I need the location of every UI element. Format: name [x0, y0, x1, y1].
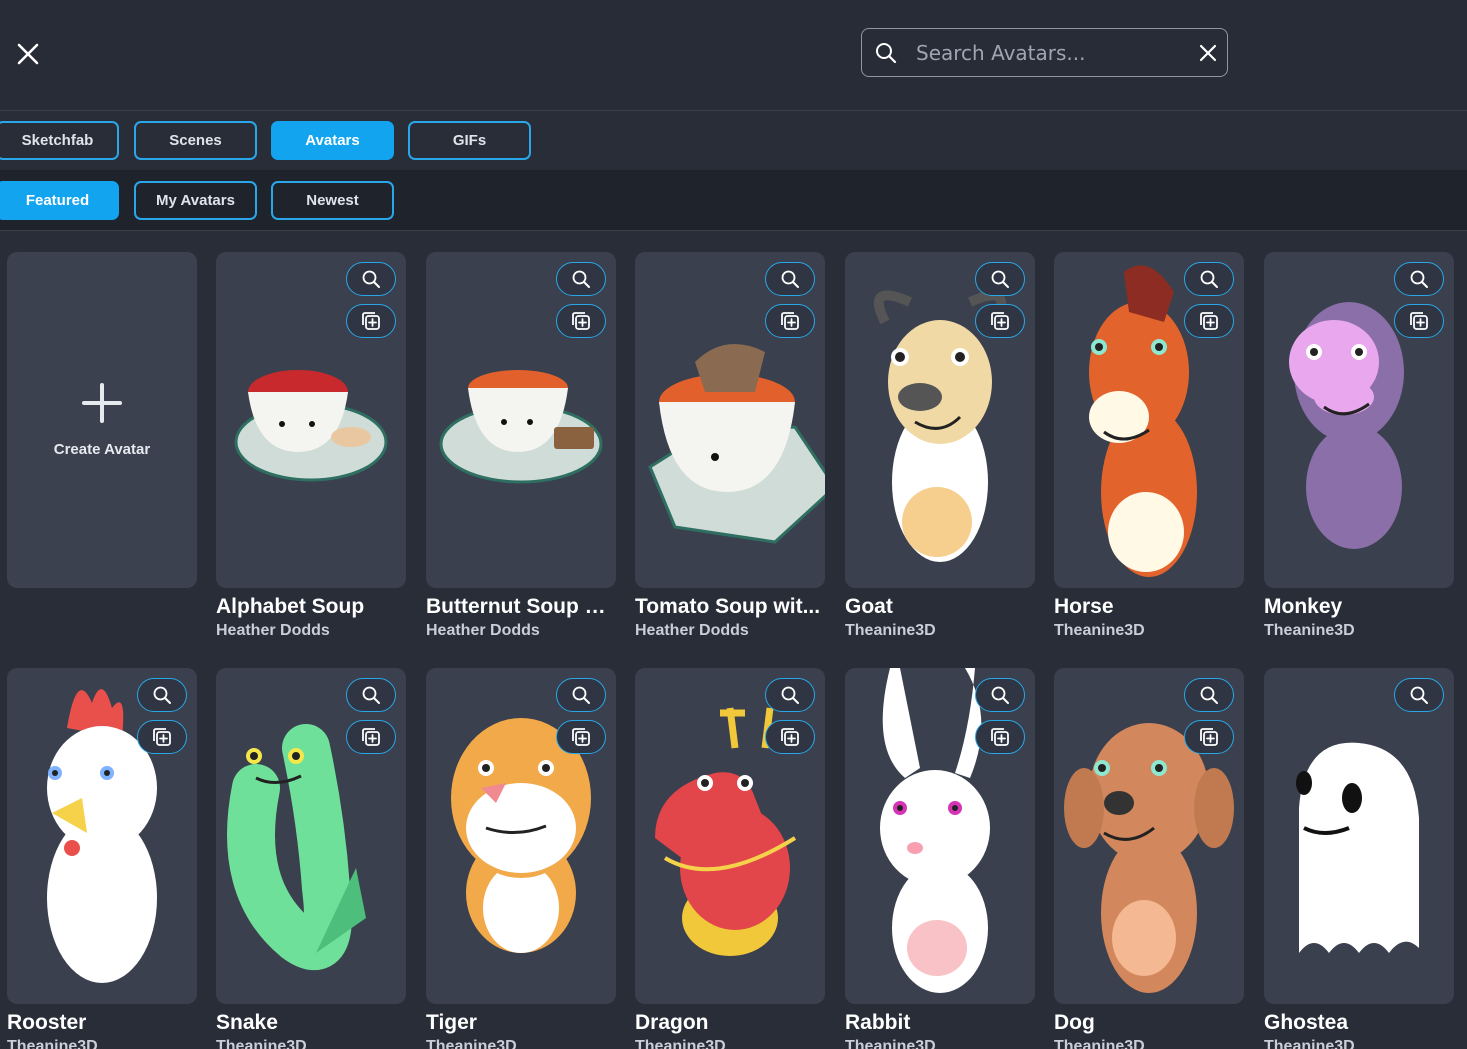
avatar-preview-image	[234, 370, 388, 482]
avatar-card-snake[interactable]	[216, 668, 406, 1004]
avatar-author[interactable]: Theanine3D	[845, 622, 936, 640]
avatar-author[interactable]: Theanine3D	[216, 1038, 307, 1049]
tab-gifs[interactable]: GIFs	[408, 121, 531, 160]
avatar-title: Tiger	[426, 1011, 477, 1034]
close-icon[interactable]	[10, 36, 46, 72]
duplicate-icon[interactable]	[556, 304, 606, 338]
avatar-preview-image	[1064, 723, 1234, 993]
avatar-title: Butternut Soup w...	[426, 595, 616, 618]
avatar-preview-image	[655, 707, 797, 956]
avatar-title: Monkey	[1264, 595, 1343, 618]
duplicate-icon[interactable]	[1394, 304, 1444, 338]
zoom-icon[interactable]	[1394, 262, 1444, 296]
avatar-card-rooster[interactable]	[7, 668, 197, 1004]
zoom-icon[interactable]	[1184, 262, 1234, 296]
duplicate-icon[interactable]	[137, 720, 187, 754]
avatar-title: Goat	[845, 595, 893, 618]
filter-my-avatars[interactable]: My Avatars	[134, 181, 257, 220]
tab-scenes[interactable]: Scenes	[134, 121, 257, 160]
plus-icon	[82, 382, 122, 423]
zoom-icon[interactable]	[975, 262, 1025, 296]
avatar-grid: Create Avatar Alphabet Soup Heather Dodds…	[0, 232, 1467, 1049]
avatar-card-dog[interactable]	[1054, 668, 1244, 1004]
tab-avatars[interactable]: Avatars	[271, 121, 394, 160]
avatar-author[interactable]: Theanine3D	[845, 1038, 936, 1049]
zoom-icon[interactable]	[765, 678, 815, 712]
filter-featured[interactable]: Featured	[0, 181, 119, 220]
avatar-preview-image	[47, 689, 157, 983]
avatar-card-tomato-soup[interactable]	[635, 252, 825, 588]
search-input[interactable]	[916, 37, 1186, 69]
duplicate-icon[interactable]	[1184, 304, 1234, 338]
avatar-title: Snake	[216, 1011, 278, 1034]
avatar-preview-image	[648, 344, 825, 544]
avatar-preview-image	[439, 370, 603, 484]
search-box	[861, 28, 1228, 77]
filter-tabs: Featured My Avatars Newest	[0, 171, 1467, 231]
avatar-card-tiger[interactable]	[426, 668, 616, 1004]
duplicate-icon[interactable]	[556, 720, 606, 754]
avatar-author[interactable]: Theanine3D	[426, 1038, 517, 1049]
tab-sketchfab[interactable]: Sketchfab	[0, 121, 119, 160]
avatar-preview-image	[880, 668, 990, 993]
avatar-card-butternut-soup[interactable]	[426, 252, 616, 588]
avatar-title: Dog	[1054, 1011, 1095, 1034]
avatar-preview-image	[873, 290, 1007, 562]
search-icon	[874, 41, 898, 65]
zoom-icon[interactable]	[975, 678, 1025, 712]
avatar-author[interactable]: Theanine3D	[1264, 1038, 1355, 1049]
avatar-author[interactable]: Heather Dodds	[216, 622, 330, 640]
avatar-preview-image	[451, 718, 591, 953]
zoom-icon[interactable]	[1394, 678, 1444, 712]
zoom-icon[interactable]	[556, 678, 606, 712]
duplicate-icon[interactable]	[346, 720, 396, 754]
avatar-preview-image	[1289, 302, 1404, 549]
avatar-card-horse[interactable]	[1054, 252, 1244, 588]
avatar-card-monkey[interactable]	[1264, 252, 1454, 588]
avatar-title: Alphabet Soup	[216, 595, 365, 618]
avatar-preview-image	[227, 724, 366, 970]
avatar-card-rabbit[interactable]	[845, 668, 1035, 1004]
avatar-title: Rooster	[7, 1011, 87, 1034]
avatar-preview-image	[1296, 742, 1419, 953]
avatar-card-goat[interactable]	[845, 252, 1035, 588]
duplicate-icon[interactable]	[765, 720, 815, 754]
duplicate-icon[interactable]	[765, 304, 815, 338]
avatar-title: Tomato Soup wit...	[635, 595, 821, 618]
zoom-icon[interactable]	[1184, 678, 1234, 712]
avatar-title: Rabbit	[845, 1011, 911, 1034]
avatar-author[interactable]: Heather Dodds	[426, 622, 540, 640]
filter-newest[interactable]: Newest	[271, 181, 394, 220]
avatar-author[interactable]: Theanine3D	[7, 1038, 98, 1049]
create-avatar-label: Create Avatar	[53, 440, 151, 458]
clear-search-icon[interactable]	[1198, 43, 1218, 63]
avatar-card-alphabet-soup[interactable]	[216, 252, 406, 588]
avatar-card-dragon[interactable]	[635, 668, 825, 1004]
avatar-card-ghostea[interactable]	[1264, 668, 1454, 1004]
zoom-icon[interactable]	[137, 678, 187, 712]
avatar-author[interactable]: Heather Dodds	[635, 622, 749, 640]
category-tabs: Sketchfab Scenes Avatars GIFs	[0, 111, 1467, 171]
avatar-preview-image	[1089, 265, 1197, 577]
avatar-title: Dragon	[635, 1011, 709, 1034]
zoom-icon[interactable]	[346, 678, 396, 712]
avatar-author[interactable]: Theanine3D	[1264, 622, 1355, 640]
duplicate-icon[interactable]	[1184, 720, 1234, 754]
avatar-author[interactable]: Theanine3D	[1054, 622, 1145, 640]
zoom-icon[interactable]	[556, 262, 606, 296]
duplicate-icon[interactable]	[346, 304, 396, 338]
create-avatar-card[interactable]: Create Avatar	[7, 252, 197, 588]
avatar-title: Horse	[1054, 595, 1114, 618]
zoom-icon[interactable]	[346, 262, 396, 296]
duplicate-icon[interactable]	[975, 720, 1025, 754]
zoom-icon[interactable]	[765, 262, 815, 296]
duplicate-icon[interactable]	[975, 304, 1025, 338]
avatar-author[interactable]: Theanine3D	[635, 1038, 726, 1049]
avatar-author[interactable]: Theanine3D	[1054, 1038, 1145, 1049]
avatar-title: Ghostea	[1264, 1011, 1349, 1034]
top-bar	[0, 0, 1467, 111]
